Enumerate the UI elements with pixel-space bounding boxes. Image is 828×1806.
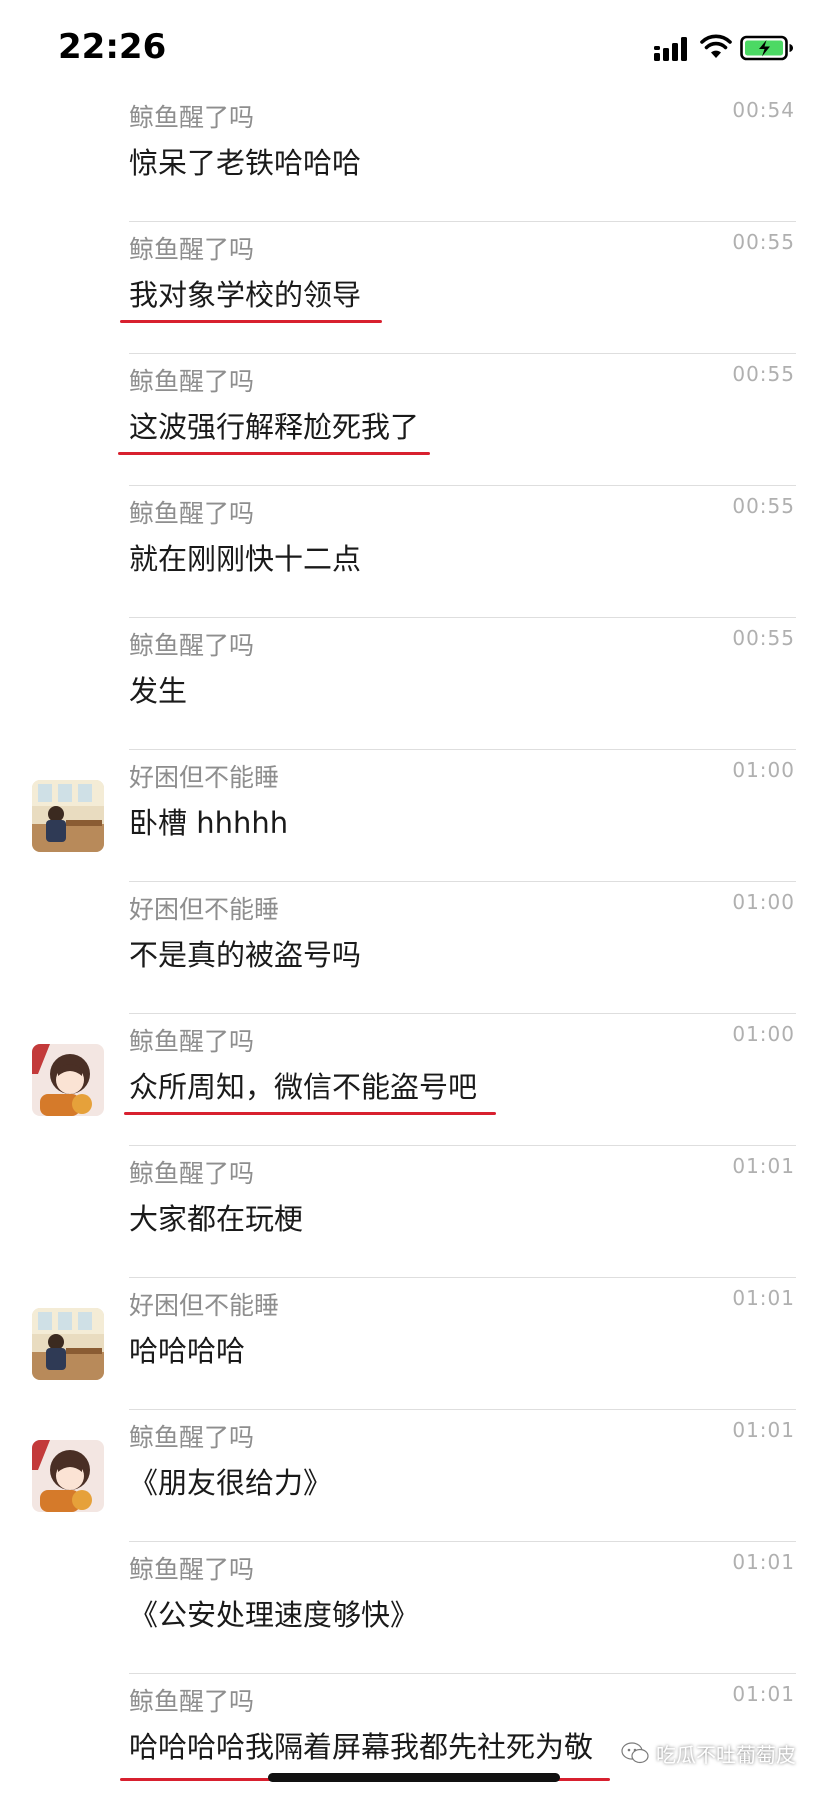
- message-row[interactable]: 鲸鱼醒了吗 00:55 就在刚刚快十二点: [0, 486, 828, 618]
- message-sender: 鲸鱼醒了吗: [129, 367, 255, 396]
- red-highlight-underline: [124, 1112, 496, 1115]
- status-bar: 22:26: [0, 0, 828, 100]
- message-time: 00:54: [732, 98, 795, 122]
- message-sender: 好困但不能睡: [129, 763, 280, 792]
- message-row[interactable]: 鲸鱼醒了吗 00:55 这波强行解释尬死我了: [0, 354, 828, 486]
- message-text: 发生: [129, 674, 188, 708]
- message-text: 这波强行解释尬死我了: [129, 410, 420, 444]
- message-row[interactable]: 鲸鱼醒了吗 01:00 众所周知，微信不能盗号吧: [0, 1014, 828, 1146]
- classroom-avatar-icon: [32, 780, 104, 852]
- message-text: 大家都在玩梗: [129, 1202, 304, 1236]
- message-text: 众所周知，微信不能盗号吧: [129, 1070, 478, 1104]
- message-row[interactable]: 鲸鱼醒了吗 01:01 《公安处理速度够快》: [0, 1542, 828, 1674]
- avatar-classroom[interactable]: [32, 1308, 104, 1380]
- message-text: 哈哈哈哈: [129, 1334, 246, 1368]
- avatar-anime-girl[interactable]: [32, 1044, 104, 1116]
- message-text: 《公安处理速度够快》: [129, 1598, 420, 1632]
- avatar-anime-girl[interactable]: [32, 1440, 104, 1512]
- anime-girl-avatar-icon: [32, 1044, 104, 1116]
- message-sender: 鲸鱼醒了吗: [129, 103, 255, 132]
- wechat-official-account-icon: [621, 1742, 649, 1764]
- message-row[interactable]: 鲸鱼醒了吗 01:01 大家都在玩梗: [0, 1146, 828, 1278]
- message-sender: 鲸鱼醒了吗: [129, 1555, 255, 1584]
- wifi-icon: [700, 34, 732, 58]
- message-sender: 鲸鱼醒了吗: [129, 1027, 255, 1056]
- red-highlight-underline: [120, 320, 382, 323]
- message-row[interactable]: 鲸鱼醒了吗 00:55 发生: [0, 618, 828, 750]
- message-row[interactable]: 好困但不能睡 01:00 卧槽 hhhhh: [0, 750, 828, 882]
- message-sender: 鲸鱼醒了吗: [129, 235, 255, 264]
- classroom-avatar-icon: [32, 1308, 104, 1380]
- message-text: 哈哈哈哈我隔着屏幕我都先社死为敬: [129, 1730, 594, 1764]
- message-row[interactable]: 鲸鱼醒了吗 00:54 惊呆了老铁哈哈哈: [0, 90, 828, 222]
- message-text: 我对象学校的领导: [129, 278, 362, 312]
- message-text: 不是真的被盗号吗: [129, 938, 362, 972]
- message-time: 00:55: [732, 626, 795, 650]
- message-sender: 鲸鱼醒了吗: [129, 499, 255, 528]
- message-list[interactable]: 鲸鱼醒了吗 00:54 惊呆了老铁哈哈哈 鲸鱼醒了吗 00:55 我对象学校的领…: [0, 90, 828, 1806]
- red-highlight-underline: [118, 452, 430, 455]
- cellular-signal-icon: [654, 37, 687, 61]
- home-indicator[interactable]: [268, 1773, 560, 1782]
- message-time: 01:01: [732, 1682, 795, 1706]
- message-time: 00:55: [732, 494, 795, 518]
- message-text: 卧槽 hhhhh: [129, 806, 289, 840]
- message-time: 01:01: [732, 1550, 795, 1574]
- message-sender: 好困但不能睡: [129, 895, 280, 924]
- message-sender: 好困但不能睡: [129, 1291, 280, 1320]
- watermark-text: 吃瓜不吐葡萄皮: [656, 1742, 796, 1767]
- message-sender: 鲸鱼醒了吗: [129, 631, 255, 660]
- anime-girl-avatar-icon: [32, 1440, 104, 1512]
- message-row[interactable]: 好困但不能睡 01:01 哈哈哈哈: [0, 1278, 828, 1410]
- message-text: 《朋友很给力》: [129, 1466, 333, 1500]
- message-text: 就在刚刚快十二点: [129, 542, 362, 576]
- message-time: 01:01: [732, 1286, 795, 1310]
- avatar-classroom[interactable]: [32, 780, 104, 852]
- message-time: 01:00: [732, 758, 795, 782]
- battery-charging-icon: [740, 35, 793, 61]
- message-time: 01:00: [732, 890, 795, 914]
- message-time: 00:55: [732, 230, 795, 254]
- message-row[interactable]: 鲸鱼醒了吗 01:01 《朋友很给力》: [0, 1410, 828, 1542]
- message-row[interactable]: 好困但不能睡 01:00 不是真的被盗号吗: [0, 882, 828, 1014]
- message-sender: 鲸鱼醒了吗: [129, 1687, 255, 1716]
- message-text: 惊呆了老铁哈哈哈: [129, 146, 362, 180]
- message-time: 00:55: [732, 362, 795, 386]
- status-time: 22:26: [58, 27, 167, 67]
- message-sender: 鲸鱼醒了吗: [129, 1423, 255, 1452]
- message-sender: 鲸鱼醒了吗: [129, 1159, 255, 1188]
- message-row[interactable]: 鲸鱼醒了吗 00:55 我对象学校的领导: [0, 222, 828, 354]
- watermark: 吃瓜不吐葡萄皮: [620, 1738, 796, 1768]
- message-time: 01:01: [732, 1418, 795, 1442]
- message-time: 01:01: [732, 1154, 795, 1178]
- message-time: 01:00: [732, 1022, 795, 1046]
